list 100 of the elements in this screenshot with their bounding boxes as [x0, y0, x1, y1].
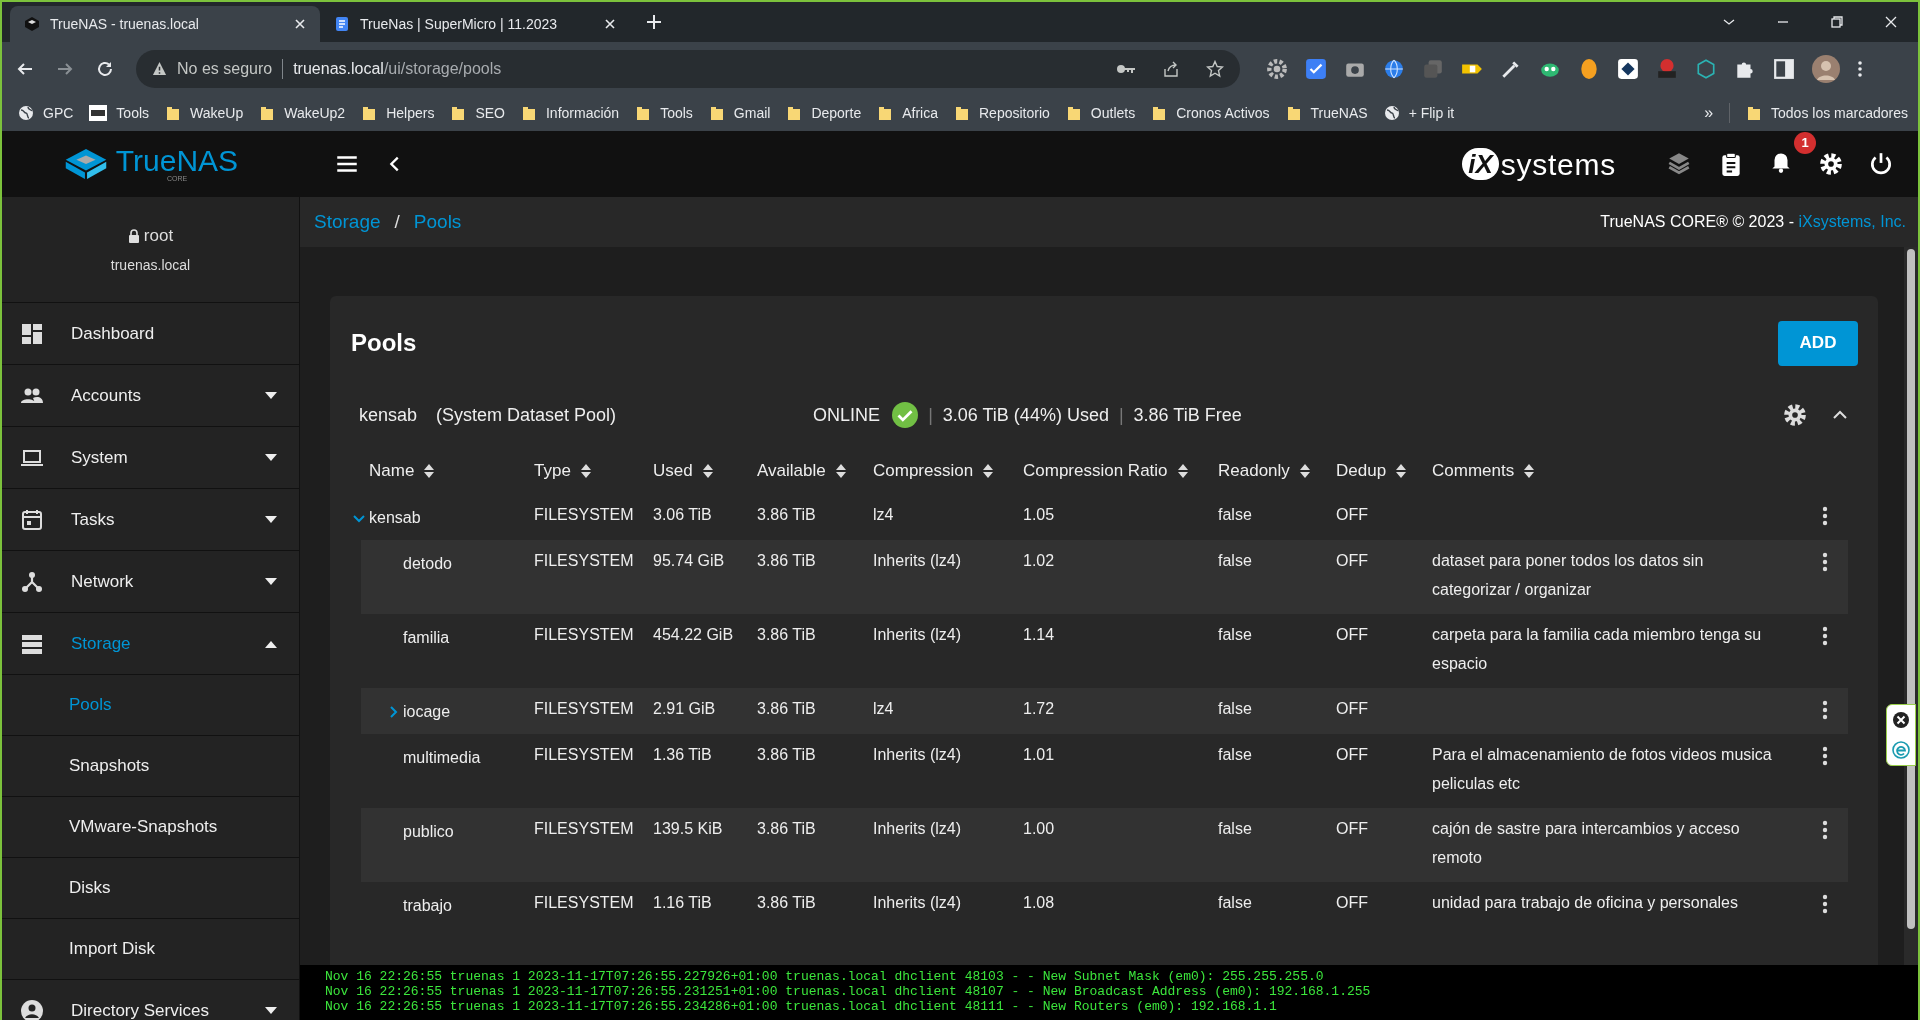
- bookmark-link[interactable]: WakeUp: [165, 102, 244, 124]
- bookmark-link[interactable]: Africa: [877, 102, 938, 124]
- sidebar-item[interactable]: Network: [2, 551, 299, 613]
- table-cell: Inherits (lz4): [873, 552, 962, 569]
- browser-tab[interactable]: TrueNAS - truenas.local: [10, 6, 320, 42]
- sidebar-subitem[interactable]: Pools: [2, 675, 299, 736]
- table-cell: Inherits (lz4): [873, 820, 962, 837]
- sort-icon: [1524, 464, 1535, 478]
- bookmark-link[interactable]: + Flip it: [1383, 102, 1455, 124]
- calendar-icon: [20, 507, 44, 532]
- layers-icon[interactable]: [1666, 151, 1692, 177]
- pool-note: (System Dataset Pool): [436, 403, 617, 427]
- sidebar-item[interactable]: Dashboard: [2, 303, 299, 365]
- checklist-icon[interactable]: [1305, 57, 1327, 80]
- more-icon[interactable]: [1857, 59, 1863, 78]
- close-icon[interactable]: [294, 18, 306, 30]
- vendor-link[interactable]: iXsystems, Inc.: [1798, 213, 1906, 230]
- power-icon[interactable]: [1868, 151, 1894, 177]
- share-icon[interactable]: [1162, 59, 1180, 78]
- scrollbar-thumb[interactable]: [1907, 249, 1915, 929]
- table-cell: OFF: [1336, 894, 1368, 911]
- restore-icon[interactable]: [1829, 14, 1845, 30]
- table-cell: FILESYSTEM: [534, 820, 634, 837]
- bookmark-link[interactable]: Cronos Activos: [1151, 102, 1270, 124]
- dataset-name: familia: [403, 628, 450, 648]
- bookmark-link[interactable]: SEO: [450, 102, 505, 124]
- sidebar-subitem[interactable]: VMware-Snapshots: [2, 797, 299, 858]
- table-cell: 1.05: [1023, 506, 1055, 523]
- vendor-logo: iX systems: [1462, 141, 1616, 187]
- close-icon[interactable]: [1883, 14, 1899, 30]
- table-cell: 1.72: [1023, 700, 1055, 717]
- settings-icon[interactable]: [1818, 151, 1844, 177]
- avatar-icon[interactable]: [1812, 54, 1840, 83]
- column-header[interactable]: Comments: [1424, 458, 1802, 484]
- sidebar-item[interactable]: Storage: [2, 613, 299, 675]
- table-cell: 3.86 TiB: [757, 746, 816, 763]
- column-header[interactable]: Readonly: [1210, 458, 1328, 484]
- bookmark-link[interactable]: Gmail: [708, 102, 771, 124]
- breadcrumb-link[interactable]: Storage: [314, 207, 381, 237]
- reload-icon[interactable]: [96, 59, 114, 78]
- bookmark-link[interactable]: Tools: [89, 102, 150, 124]
- folder-icon: [708, 105, 725, 121]
- table-cell: 3.86 TiB: [757, 894, 816, 911]
- chevron-icon[interactable]: [1832, 410, 1848, 420]
- globe-icon: [18, 105, 34, 121]
- table-cell: OFF: [1336, 700, 1368, 717]
- sidebar-subitem[interactable]: Snapshots: [2, 736, 299, 797]
- logo-text: TrueNAS: [115, 146, 239, 176]
- globe-icon[interactable]: [1383, 57, 1405, 80]
- egg-icon[interactable]: [1578, 57, 1600, 80]
- column-header[interactable]: Available: [749, 458, 865, 484]
- column-header[interactable]: Used: [645, 458, 749, 484]
- side-panel-icon[interactable]: [1773, 57, 1795, 80]
- more-bookmarks-button[interactable]: »: [1704, 101, 1714, 125]
- bookmark-link[interactable]: Outlets: [1065, 102, 1136, 124]
- close-icon[interactable]: [1892, 711, 1910, 729]
- expand-icon[interactable]: [353, 512, 365, 524]
- bookmark-link[interactable]: Información: [521, 102, 620, 124]
- address-bar[interactable]: No es seguro truenas.local/ui/storage/pools: [136, 49, 1240, 88]
- gear-icon[interactable]: [1266, 57, 1288, 80]
- column-header[interactable]: Dedup: [1328, 458, 1424, 484]
- close-icon[interactable]: [604, 18, 616, 30]
- separator: |: [1118, 403, 1124, 427]
- document-icon: [334, 16, 350, 32]
- sidebar-subitem[interactable]: Import Disk: [2, 919, 299, 980]
- expand-icon[interactable]: [387, 706, 399, 718]
- bookmark-link[interactable]: Deporte: [786, 102, 862, 124]
- sidebar-subitem[interactable]: Disks: [2, 858, 299, 919]
- key-icon[interactable]: [1116, 62, 1136, 75]
- bookmark-link[interactable]: Helpers: [361, 102, 435, 124]
- bookmark-link[interactable]: GPC: [18, 102, 74, 124]
- column-header[interactable]: Compression: [865, 458, 1015, 484]
- table-cell: false: [1218, 506, 1252, 523]
- star-icon[interactable]: [1206, 59, 1224, 78]
- table-cell: 1.36 TiB: [653, 746, 712, 763]
- browser-tab[interactable]: TrueNas | SuperMicro | 11.2023: [320, 6, 630, 42]
- extension-icon[interactable]: [1892, 741, 1910, 759]
- column-header[interactable]: Compression Ratio: [1015, 458, 1210, 484]
- folder-icon: [1151, 105, 1168, 121]
- bookmark-link[interactable]: Repositorio: [954, 102, 1050, 124]
- sidebar-item[interactable]: Directory Services: [2, 980, 299, 1020]
- new-tab-icon[interactable]: [646, 14, 662, 30]
- table-cell: false: [1218, 746, 1252, 763]
- caret-icon: [265, 391, 277, 400]
- bookmark-link[interactable]: TrueNAS: [1285, 102, 1368, 124]
- notification-badge: 1: [1794, 131, 1816, 154]
- column-header[interactable]: Type: [526, 458, 645, 484]
- settings-icon[interactable]: [1782, 402, 1808, 428]
- sidebar-item[interactable]: System: [2, 427, 299, 489]
- column-header[interactable]: Name: [361, 458, 526, 484]
- bookmark-link[interactable]: Todos los marcadores: [1746, 102, 1908, 124]
- bookmark-link[interactable]: Tools: [635, 102, 693, 124]
- console-line: Nov 16 22:26:55 truenas 1 2023-11-17T07:26:55.231251+01:00 truenas.local dhclient 48107 - - New Broadcast Address (em0): 192.168.1.255: [325, 984, 1372, 999]
- folder-icon: [450, 105, 467, 121]
- caret-icon: [265, 577, 277, 586]
- sidebar-item[interactable]: Accounts: [2, 365, 299, 427]
- sort-icon: [702, 464, 713, 478]
- breadcrumb-link[interactable]: Pools: [413, 207, 462, 237]
- sidebar-item[interactable]: Tasks: [2, 489, 299, 551]
- bookmark-link[interactable]: WakeUp2: [259, 102, 346, 124]
